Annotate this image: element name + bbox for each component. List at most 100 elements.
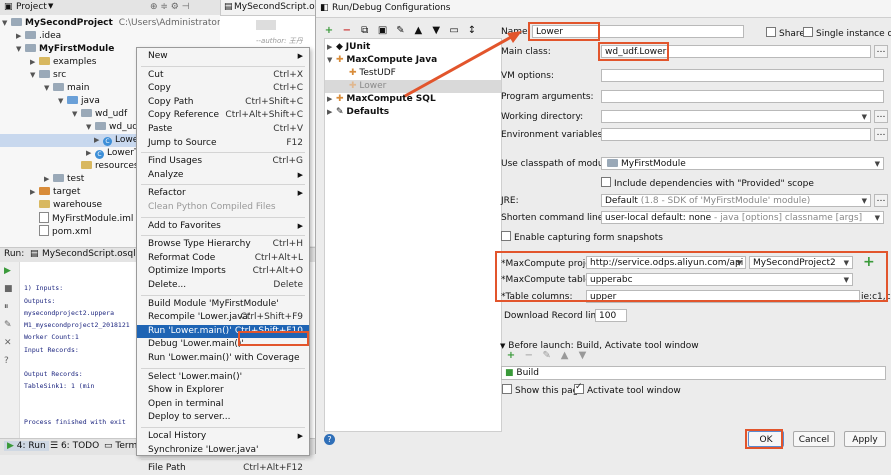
rerun-icon[interactable]: ▶ bbox=[4, 266, 11, 276]
shorten-select[interactable]: user-local default: none - java [options… bbox=[601, 211, 884, 224]
menu-item[interactable]: Select 'Lower.main()' bbox=[137, 371, 309, 384]
expand-arrow-icon[interactable]: ▼ bbox=[44, 82, 53, 95]
tree-row-src[interactable]: ▼ src bbox=[30, 69, 66, 82]
menu-item[interactable]: Local History ▶ bbox=[137, 430, 309, 443]
add-icon[interactable]: + bbox=[324, 26, 334, 36]
build-task-item[interactable]: ■ Build bbox=[505, 368, 539, 378]
menu-item[interactable]: Jump to Source F12 bbox=[137, 137, 309, 150]
pin-icon[interactable]: ✎ bbox=[4, 320, 12, 330]
main-class-browse-button[interactable]: … bbox=[874, 45, 888, 58]
tree-row-test[interactable]: ▶ test bbox=[44, 173, 84, 186]
remove-icon[interactable]: − bbox=[342, 26, 352, 36]
menu-item[interactable]: Paste Ctrl+V bbox=[137, 123, 309, 136]
editor-tab[interactable]: ▤ MySecondScript.osql bbox=[220, 0, 328, 16]
wrench-icon[interactable]: ✎ bbox=[396, 26, 406, 36]
tree-row-main[interactable]: ▼ main bbox=[44, 82, 90, 95]
cancel-button[interactable]: Cancel bbox=[793, 431, 835, 447]
expand-arrow-icon[interactable]: ▶ bbox=[86, 147, 95, 160]
menu-item[interactable]: Show in Explorer bbox=[137, 384, 309, 397]
expand-arrow-icon[interactable]: ▶ bbox=[94, 134, 103, 147]
expand-arrow-icon[interactable]: ▶ bbox=[44, 173, 53, 186]
menu-item[interactable]: Build Module 'MyFirstModule' bbox=[137, 298, 309, 311]
main-class-input[interactable]: wd_udf.Lower bbox=[601, 45, 871, 58]
show-page-checkbox[interactable]: Show this page bbox=[502, 384, 584, 396]
apply-button[interactable]: Apply bbox=[844, 431, 886, 447]
menu-item[interactable]: Copy Path Ctrl+Shift+C bbox=[137, 96, 309, 109]
menu-item[interactable]: Run 'Lower.main()' Ctrl+Shift+F10 bbox=[137, 324, 309, 338]
table-columns-input[interactable]: upper bbox=[586, 290, 860, 303]
env-vars-input[interactable] bbox=[601, 128, 871, 141]
copy-icon[interactable]: ⧉ bbox=[360, 26, 370, 36]
cfg-junit[interactable]: ▶ ◆ JUnit bbox=[327, 41, 370, 54]
move-down-icon[interactable]: ▼ bbox=[578, 351, 588, 361]
panel-tools-icon[interactable]: ⊕ ≑ ⚙ ⊣ bbox=[150, 2, 190, 12]
expand-arrow-icon[interactable]: ▼ bbox=[16, 43, 25, 56]
menu-item[interactable]: Add to Favorites ▶ bbox=[137, 220, 309, 233]
move-down-icon[interactable]: ▼ bbox=[431, 26, 441, 36]
menu-item[interactable]: New ▶ bbox=[137, 50, 309, 63]
jre-select[interactable]: Default (1.8 - SDK of 'MyFirstModule' mo… bbox=[601, 194, 871, 207]
tree-row-resources[interactable]: resources bbox=[72, 160, 139, 173]
working-dir-browse-button[interactable]: … bbox=[874, 110, 888, 123]
add-icon[interactable]: + bbox=[506, 351, 516, 361]
tree-row-examples[interactable]: ▶ examples bbox=[30, 56, 96, 69]
menu-item[interactable]: Copy Reference Ctrl+Alt+Shift+C bbox=[137, 109, 309, 122]
name-input[interactable]: Lower bbox=[532, 25, 744, 38]
expand-arrow-icon[interactable]: ▶ bbox=[30, 56, 39, 69]
expand-arrow-icon[interactable]: ▶ bbox=[327, 41, 336, 54]
menu-item[interactable]: Debug 'Lower.main()' bbox=[137, 338, 309, 351]
menu-item[interactable]: Find Usages Ctrl+G bbox=[137, 155, 309, 168]
move-up-icon[interactable]: ▲ bbox=[560, 351, 570, 361]
run-tab-label[interactable]: MySecondScript.osql bbox=[42, 249, 136, 259]
tree-row-myfirstmodule[interactable]: ▼ MyFirstModule bbox=[16, 43, 114, 56]
ok-button[interactable]: OK bbox=[748, 431, 784, 447]
add-project-icon[interactable]: + bbox=[863, 254, 875, 270]
cfg-defaults[interactable]: ▶ ✎ Defaults bbox=[327, 106, 389, 119]
mc-project-select[interactable]: MySecondProject2 ▼ bbox=[749, 256, 853, 269]
cfg-lower[interactable]: ✚ Lower bbox=[325, 80, 501, 93]
expand-arrow-icon[interactable]: ▶ bbox=[327, 106, 336, 119]
expand-arrow-icon[interactable]: ▼ bbox=[30, 69, 39, 82]
expand-arrow-icon[interactable]: ▼ bbox=[58, 95, 67, 108]
menu-item[interactable]: Cut Ctrl+X bbox=[137, 69, 309, 82]
tree-row-pom[interactable]: pom.xml bbox=[30, 225, 91, 238]
vm-options-input[interactable] bbox=[601, 69, 884, 82]
menu-item[interactable]: Synchronize 'Lower.java' bbox=[137, 444, 309, 457]
mc-table-select[interactable]: upperabc ▼ bbox=[586, 273, 853, 286]
expand-arrow-icon[interactable]: ▼ bbox=[327, 54, 336, 67]
env-vars-browse-button[interactable]: … bbox=[874, 128, 888, 141]
menu-item[interactable]: Copy Ctrl+C bbox=[137, 82, 309, 95]
expand-arrow-icon[interactable]: ▼ bbox=[72, 108, 81, 121]
help-icon[interactable]: ? bbox=[4, 356, 9, 366]
tree-row-warehouse[interactable]: warehouse bbox=[30, 199, 102, 212]
menu-item[interactable]: Deploy to server... bbox=[137, 411, 309, 424]
terminal-tool-tab[interactable]: ▭ Term bbox=[104, 441, 137, 451]
menu-item[interactable]: Open in terminal bbox=[137, 398, 309, 411]
menu-item[interactable]: Delete... Delete bbox=[137, 279, 309, 292]
menu-item[interactable]: Reformat Code Ctrl+Alt+L bbox=[137, 252, 309, 265]
run-tool-tab[interactable]: ▶ 4: Run bbox=[4, 441, 49, 451]
tree-row-wd-udf[interactable]: ▼ wd_udf bbox=[72, 108, 127, 121]
share-checkbox[interactable]: Share bbox=[766, 27, 805, 39]
include-provided-checkbox[interactable]: Include dependencies with "Provided" sco… bbox=[601, 177, 814, 189]
expand-arrow-icon[interactable]: ▼ bbox=[2, 17, 11, 30]
expand-arrow-icon[interactable]: ▶ bbox=[16, 30, 25, 43]
classpath-select[interactable]: MyFirstModule ▼ bbox=[601, 157, 884, 170]
jre-browse-button[interactable]: … bbox=[874, 194, 888, 207]
menu-item[interactable]: Recompile 'Lower.java' Ctrl+Shift+F9 bbox=[137, 311, 309, 324]
move-up-icon[interactable]: ▲ bbox=[413, 26, 423, 36]
working-dir-input[interactable]: ▼ bbox=[601, 110, 871, 123]
edit-icon[interactable]: ✎ bbox=[542, 351, 552, 361]
program-args-input[interactable] bbox=[601, 90, 884, 103]
cfg-testudf[interactable]: ✚ TestUDF bbox=[349, 67, 396, 80]
menu-item[interactable]: Run 'Lower.main()' with Coverage bbox=[137, 352, 309, 365]
project-header-label[interactable]: Project bbox=[16, 2, 47, 12]
menu-item[interactable]: File Path Ctrl+Alt+F12 bbox=[137, 462, 309, 475]
chevron-down-icon[interactable]: ▼ bbox=[48, 2, 53, 10]
menu-item[interactable]: Analyze ▶ bbox=[137, 169, 309, 182]
pause-icon[interactable]: ⏸ bbox=[4, 302, 9, 312]
cfg-maxcompute-java[interactable]: ▼ ✚ MaxCompute Java bbox=[327, 54, 437, 67]
tree-row-wd-udf-2[interactable]: ▼ wd_udf bbox=[86, 121, 141, 134]
help-icon[interactable]: ? bbox=[324, 434, 335, 445]
tree-row-target[interactable]: ▶ target bbox=[30, 186, 80, 199]
